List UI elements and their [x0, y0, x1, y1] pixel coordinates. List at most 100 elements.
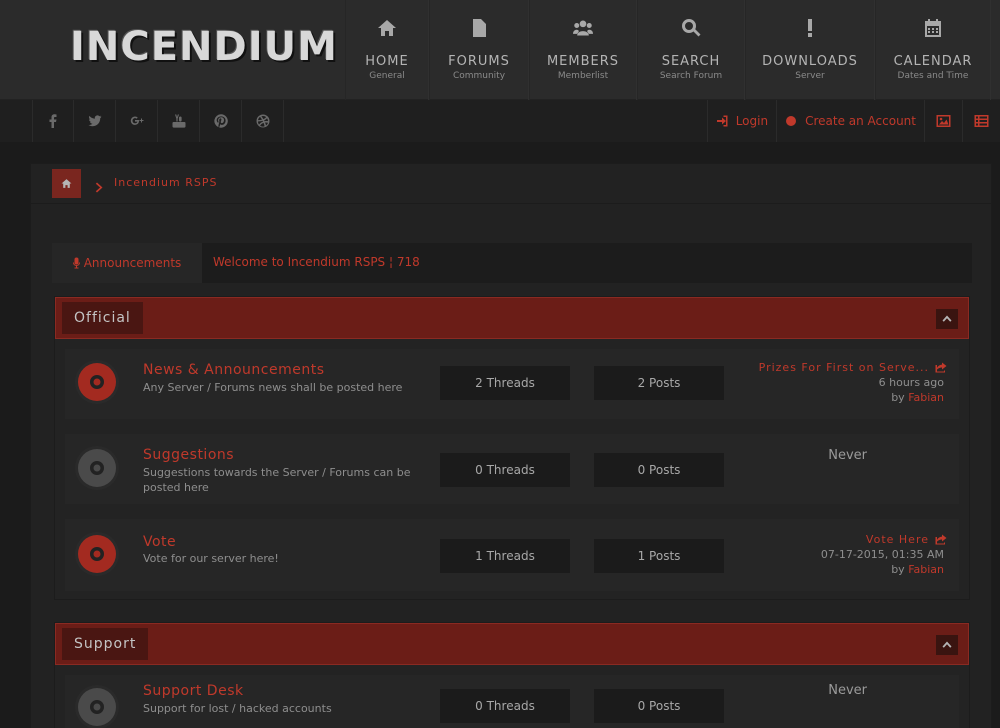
forum-new-posts-icon [78, 363, 116, 401]
last-post-never: Never [828, 448, 867, 463]
post-count: 0 Posts [594, 453, 724, 487]
nav-calendar-title: CALENDAR [893, 54, 973, 69]
picture-icon [936, 115, 951, 127]
nav-forums[interactable]: FORUMS Community [429, 0, 529, 100]
last-post-never: Never [828, 683, 867, 698]
google-plus-icon[interactable] [116, 100, 158, 142]
picture-button[interactable] [924, 100, 962, 142]
twitter-icon[interactable] [74, 100, 116, 142]
announcement-bar: Announcements Welcome to Incendium RSPS … [52, 243, 972, 283]
nav-home-title: HOME [365, 54, 409, 69]
forum-row: Support Desk Support for lost / hacked a… [65, 675, 959, 728]
breadcrumb-current[interactable]: Incendium RSPS [114, 176, 217, 189]
sign-in-icon [716, 115, 728, 127]
search-icon [681, 18, 701, 44]
share-icon [935, 534, 947, 545]
forum-description: Any Server / Forums news shall be posted… [143, 381, 403, 394]
login-label: Login [735, 114, 769, 128]
pinterest-icon[interactable] [200, 100, 242, 142]
category-header: Support [55, 623, 969, 665]
forum-description: Suggestions towards the Server / Forums … [143, 466, 411, 494]
nav-downloads-sub: Server [795, 71, 825, 81]
document-icon [469, 18, 489, 44]
nav-calendar-sub: Dates and Time [897, 71, 969, 81]
announcement-text[interactable]: Welcome to Incendium RSPS ¦ 718 [213, 255, 420, 269]
last-post-author: by Fabian [891, 563, 944, 576]
site-header: INCENDIUM HOME General FORUMS Community … [0, 0, 1000, 100]
author-link[interactable]: Fabian [908, 563, 944, 576]
nav-downloads[interactable]: DOWNLOADS Server [745, 0, 875, 100]
nav-home[interactable]: HOME General [345, 0, 429, 100]
forum-name[interactable]: Suggestions [143, 447, 234, 463]
main-content: Incendium RSPS Announcements Welcome to … [30, 163, 992, 728]
last-post-link[interactable]: Prizes For First on Serve... [759, 361, 947, 374]
exclamation-icon [800, 18, 820, 44]
announcement-tab: Announcements [52, 243, 202, 283]
nav-home-sub: General [369, 71, 405, 81]
category-header: Official [55, 297, 969, 339]
author-link[interactable]: Fabian [908, 391, 944, 404]
breadcrumb-home-button[interactable] [52, 169, 81, 198]
nav-forums-title: FORUMS [448, 54, 510, 69]
forum-name[interactable]: Vote [143, 534, 176, 550]
last-post-title: Vote Here [865, 533, 929, 546]
nav-search-sub: Search Forum [659, 71, 723, 81]
thread-count: 0 Threads [440, 689, 570, 723]
thread-count: 1 Threads [440, 539, 570, 573]
forum-no-new-posts-icon [78, 688, 116, 726]
last-post-date: 6 hours ago [878, 376, 944, 389]
facebook-icon[interactable] [32, 100, 74, 142]
nav-members-title: MEMBERS [546, 54, 620, 69]
by-label: by [891, 563, 905, 576]
calendar-icon [923, 18, 943, 44]
forum-no-new-posts-icon [78, 449, 116, 487]
youtube-icon[interactable] [158, 100, 200, 142]
forum-name[interactable]: News & Announcements [143, 362, 325, 378]
share-icon [935, 362, 947, 373]
microphone-icon [72, 257, 80, 269]
home-icon [61, 179, 72, 188]
register-link[interactable]: Create an Account [776, 100, 924, 142]
users-icon [573, 18, 593, 44]
collapse-button[interactable] [936, 635, 958, 655]
forum-row: Vote Vote for our server here! 1 Threads… [65, 519, 959, 591]
social-bar: Login Create an Account [0, 100, 1000, 142]
forum-new-posts-icon [78, 535, 116, 573]
category-support: Support Support Desk Support for lost / … [54, 622, 970, 728]
site-logo[interactable]: INCENDIUM [70, 24, 338, 70]
nav-members-sub: Memberlist [557, 71, 609, 81]
main-nav: HOME General FORUMS Community MEMBERS Me… [345, 0, 991, 100]
chevron-up-icon [942, 641, 952, 648]
chevron-right-icon [95, 178, 104, 197]
nav-calendar[interactable]: CALENDAR Dates and Time [875, 0, 991, 100]
thread-count: 2 Threads [440, 366, 570, 400]
by-label: by [891, 391, 905, 404]
post-count: 2 Posts [594, 366, 724, 400]
forum-row: Suggestions Suggestions towards the Serv… [65, 434, 959, 504]
last-post-title: Prizes For First on Serve... [758, 361, 929, 374]
announcement-tab-label: Announcements [83, 256, 182, 270]
home-icon [377, 18, 397, 44]
nav-search[interactable]: SEARCH Search Forum [637, 0, 745, 100]
nav-members[interactable]: MEMBERS Memberlist [529, 0, 637, 100]
breadcrumb: Incendium RSPS [31, 164, 991, 204]
forum-description: Support for lost / hacked accounts [143, 702, 332, 715]
chevron-up-icon [942, 315, 952, 322]
category-title[interactable]: Official [62, 302, 143, 334]
nav-search-title: SEARCH [661, 54, 721, 69]
nav-downloads-title: DOWNLOADS [762, 54, 858, 69]
login-link[interactable]: Login [706, 100, 776, 142]
dribbble-icon[interactable] [242, 100, 284, 142]
forum-row: News & Announcements Any Server / Forums… [65, 349, 959, 419]
social-links [32, 100, 284, 142]
forum-description: Vote for our server here! [143, 552, 279, 565]
last-post-link[interactable]: Vote Here [866, 533, 947, 546]
forum-name[interactable]: Support Desk [143, 683, 244, 699]
sidebar-toggle-button[interactable] [962, 100, 1000, 142]
account-links: Login Create an Account [706, 100, 1000, 142]
thread-count: 0 Threads [440, 453, 570, 487]
post-count: 1 Posts [594, 539, 724, 573]
category-title[interactable]: Support [62, 628, 149, 660]
collapse-button[interactable] [936, 309, 958, 329]
register-label: Create an Account [805, 114, 916, 128]
